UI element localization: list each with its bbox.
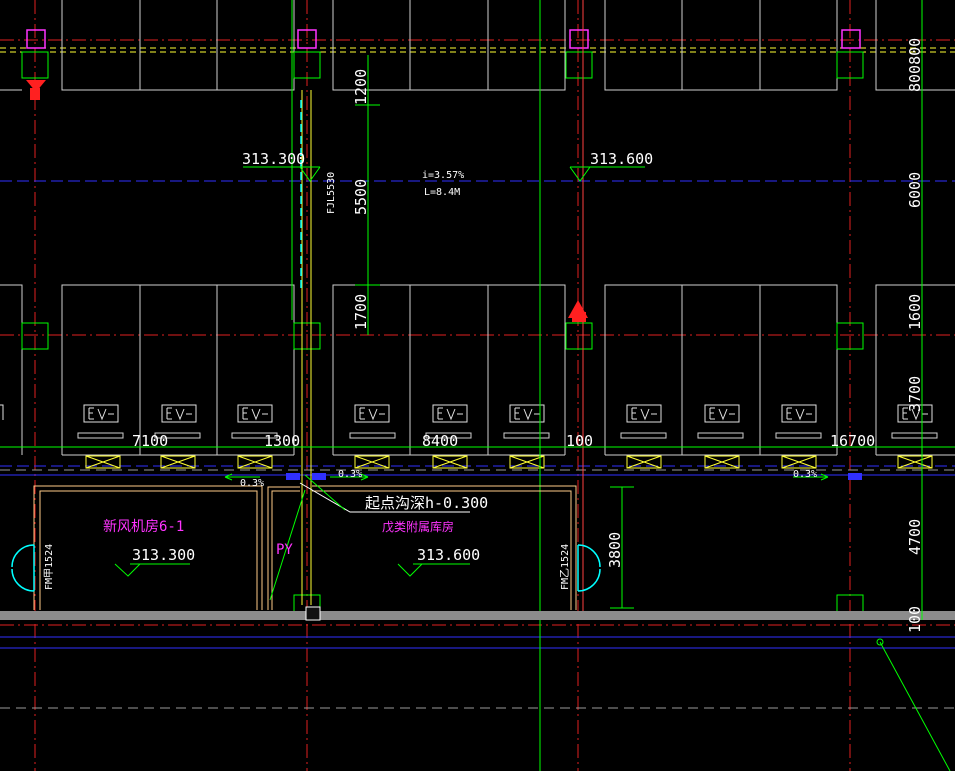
dim-800800: 800800 [906, 38, 924, 92]
dim-5500: 5500 [352, 179, 370, 215]
diagonal-leader [879, 641, 951, 771]
dim-7100: 7100 [132, 432, 168, 450]
trench-start-label: 起点沟深h-0.300 [365, 494, 488, 512]
slope-pct-right: 0.3% [793, 469, 817, 480]
slope-length: L=8.4M [424, 187, 460, 198]
dim-1200: 1200 [352, 69, 370, 105]
charger-icon [237, 404, 273, 423]
door2-label: FM乙1524 [559, 544, 571, 590]
dim-4700: 4700 [906, 519, 924, 555]
dim-3800: 3800 [606, 532, 624, 568]
floor-slab [0, 611, 955, 620]
py-label: PY [276, 542, 293, 558]
charger-icon [83, 404, 119, 423]
elevation-room1: 313.300 [132, 546, 195, 564]
charger-icon [704, 404, 740, 423]
yellow-dashed-lines [0, 47, 955, 53]
parking-bays-top [0, 0, 955, 91]
dim-16700: 16700 [830, 432, 875, 450]
dim-100: 100 [566, 432, 593, 450]
elevation-room2: 313.600 [417, 546, 480, 564]
door-right [577, 544, 601, 592]
door1-label: FM甲1524 [44, 544, 55, 590]
door-left [11, 544, 35, 592]
drain-label: FJL5530 [326, 172, 337, 214]
dim-8400: 8400 [422, 432, 458, 450]
magenta-column-caps [26, 29, 861, 49]
slope-pct-mid: 0.3% [338, 469, 362, 480]
elevation-left-top: 313.300 [242, 150, 305, 168]
room2-name: 戊类附属库房 [382, 519, 454, 534]
charger-icon [626, 404, 662, 423]
wheel-stops [77, 432, 938, 439]
elevation-right-top: 313.600 [590, 150, 653, 168]
charger-icon [781, 404, 817, 423]
cad-drawing-canvas[interactable]: 313.300 313.600 313.300 313.600 i=3.57% … [0, 0, 955, 771]
column-base [305, 606, 321, 621]
charger-icon [432, 404, 468, 423]
parking-bays-middle [0, 284, 955, 456]
red-axis-lines [0, 0, 955, 771]
room-walls [33, 485, 577, 610]
charger-icon [509, 404, 545, 423]
fire-hydrant-icon [568, 300, 588, 322]
blue-dashed-lines [0, 180, 955, 467]
dim-100-vertical: 100 [906, 606, 924, 633]
charger-icon [354, 404, 390, 423]
dim-6000: 6000 [906, 172, 924, 208]
dim-3700: 3700 [906, 376, 924, 412]
dim-1700: 1700 [352, 294, 370, 330]
green-axis-lines [291, 0, 541, 771]
dim-1300: 1300 [264, 432, 300, 450]
charger-icon [161, 404, 197, 423]
room1-name: 新风机房6-1 [103, 519, 184, 535]
slope-pct-left: 0.3% [240, 478, 264, 489]
blue-valves [286, 473, 862, 480]
dim-1600: 1600 [906, 294, 924, 330]
fire-hydrant-icon [26, 80, 46, 100]
slope-ratio: i=3.57% [422, 170, 464, 181]
